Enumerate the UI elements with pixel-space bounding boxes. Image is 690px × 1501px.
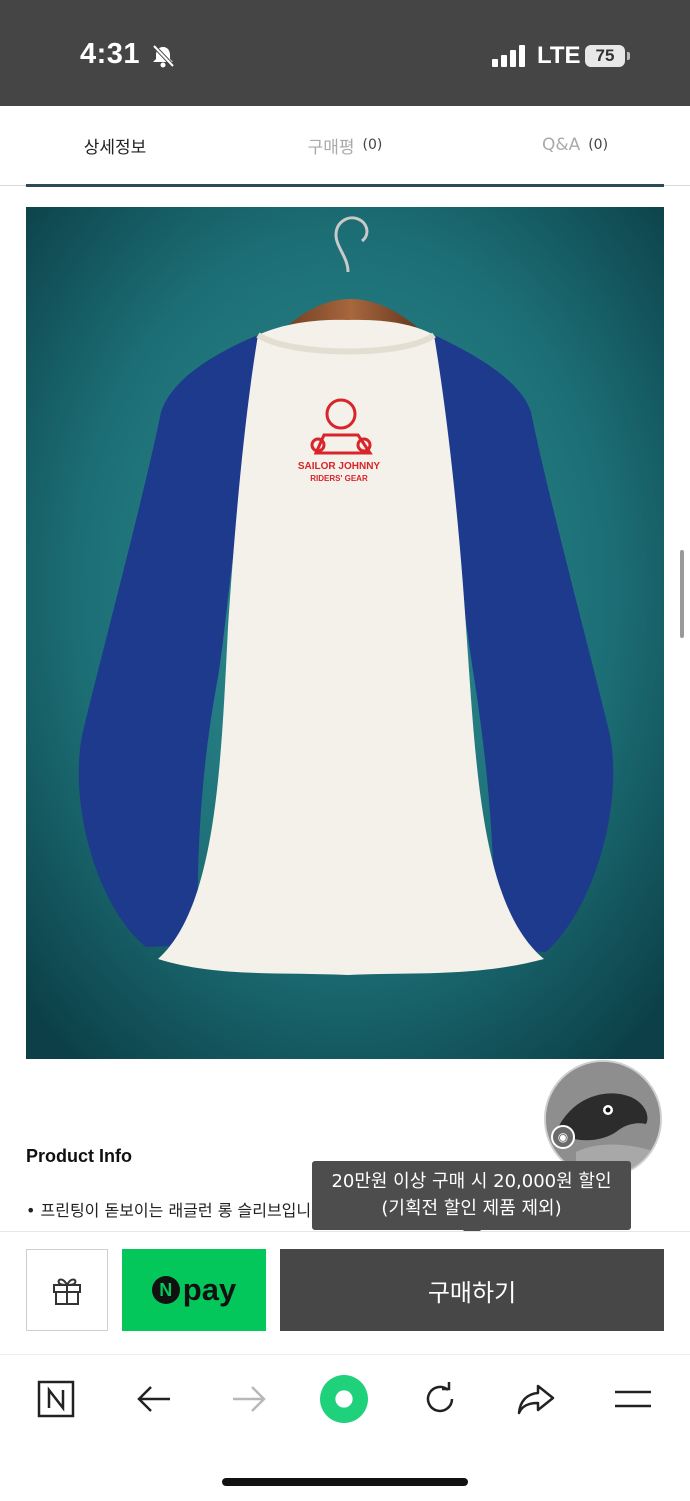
product-photo-drawing: SAILOR JOHNNY RIDERS' GEAR <box>26 207 664 1059</box>
scrollbar-thumb[interactable] <box>680 550 684 638</box>
tab-qna[interactable]: Q&A (0) <box>460 106 690 184</box>
share-button[interactable] <box>512 1375 560 1423</box>
status-time: 4:31 <box>80 38 141 70</box>
tab-reviews-count: (0) <box>362 137 383 153</box>
print-text-line1: SAILOR JOHNNY <box>298 461 381 472</box>
refresh-icon <box>426 1382 454 1413</box>
signal-icon <box>492 45 526 71</box>
network-type: LTE <box>537 42 581 69</box>
tab-qna-label: Q&A <box>541 135 581 155</box>
forward-button[interactable] <box>225 1375 273 1423</box>
discount-tooltip: 20만원 이상 구매 시 20,000원 할인 (기획전 할인 제품 제외) <box>312 1161 631 1230</box>
tab-reviews[interactable]: 구매평 (0) <box>230 106 460 184</box>
product-image[interactable]: SAILOR JOHNNY RIDERS' GEAR <box>26 207 664 1059</box>
share-icon <box>517 1384 555 1415</box>
naver-home-button[interactable] <box>32 1375 80 1423</box>
arrow-left-icon <box>137 1386 170 1412</box>
naver-pay-button[interactable]: N pay <box>122 1249 266 1331</box>
battery-icon: 75 <box>585 45 625 67</box>
detail-tabs: 상세정보 구매평 (0) Q&A (0) <box>0 106 690 186</box>
home-indicator[interactable] <box>222 1478 468 1486</box>
gift-button[interactable] <box>26 1249 108 1331</box>
green-dot-icon <box>320 1375 368 1423</box>
print-text-line2: RIDERS' GEAR <box>310 474 368 483</box>
gift-icon <box>53 1278 81 1305</box>
purchase-button[interactable]: 구매하기 <box>280 1249 664 1331</box>
back-button[interactable] <box>130 1375 178 1423</box>
naver-n-icon <box>37 1380 75 1418</box>
green-dot-button[interactable] <box>320 1375 368 1423</box>
tooltip-line1: 20만원 이상 구매 시 20,000원 할인 <box>331 1171 612 1192</box>
hamburger-menu-icon <box>615 1390 651 1408</box>
refresh-button[interactable] <box>416 1375 464 1423</box>
arrow-right-icon <box>233 1386 266 1412</box>
menu-button[interactable] <box>609 1375 657 1423</box>
tab-detail-info[interactable]: 상세정보 <box>0 106 230 184</box>
purchase-button-label: 구매하기 <box>427 1278 517 1307</box>
naver-pay-n-logo: N <box>151 1276 180 1304</box>
product-info-title: Product Info <box>26 1146 132 1166</box>
tab-detail-info-label: 상세정보 <box>83 137 147 158</box>
product-info-bullet: • 프린팅이 돋보이는 래글런 롱 슬리브입니다. <box>26 1201 331 1220</box>
bell-muted-icon <box>150 44 176 72</box>
status-bar: 4:31 LTE 75 <box>0 0 690 106</box>
tooltip-line2: (기획전 할인 제품 제외) <box>381 1198 562 1219</box>
bird-avatar-icon <box>546 1062 660 1176</box>
active-tab-indicator <box>26 184 664 187</box>
naver-pay-label: pay <box>182 1272 237 1307</box>
tab-reviews-label: 구매평 <box>307 137 355 158</box>
tab-qna-count: (0) <box>588 137 609 153</box>
camera-badge-icon: ◉ <box>551 1125 575 1149</box>
battery-nub <box>627 52 630 60</box>
